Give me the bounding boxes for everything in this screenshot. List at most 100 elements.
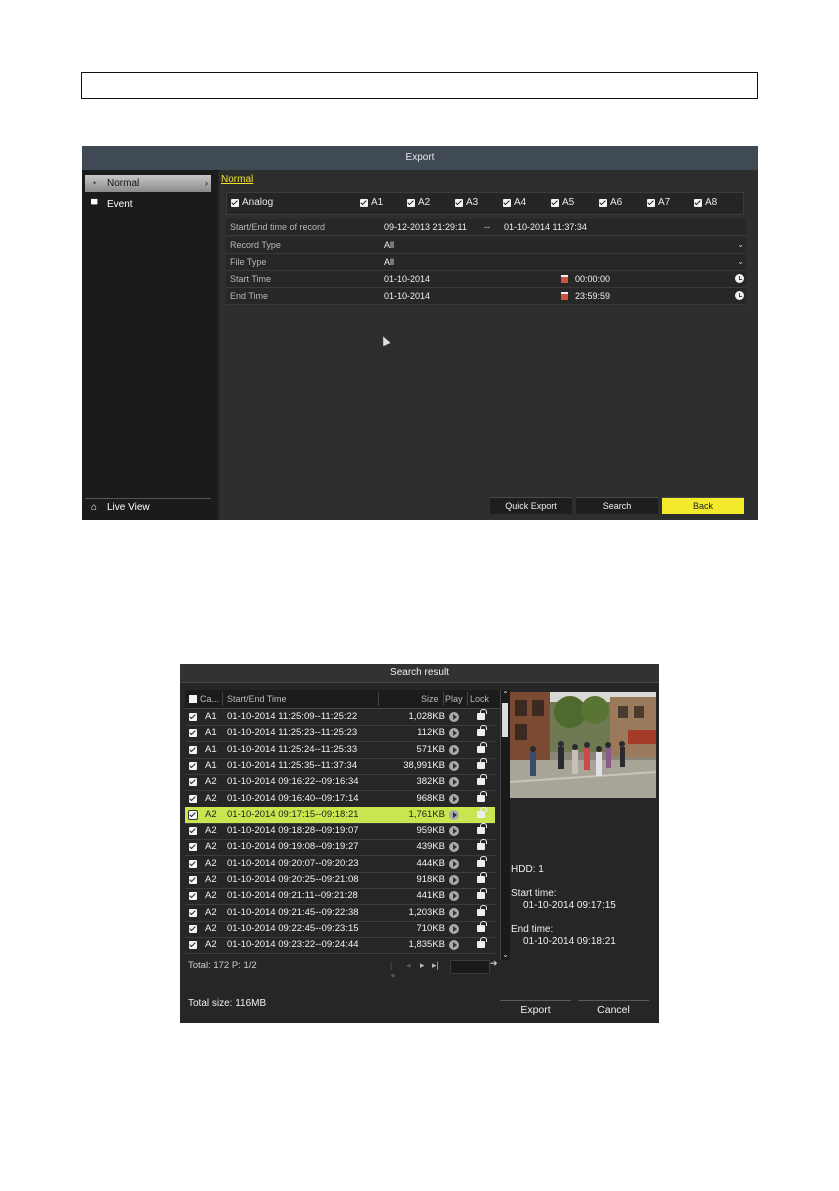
- scroll-up-icon[interactable]: ⌃: [501, 690, 510, 700]
- lock-icon[interactable]: [477, 774, 487, 786]
- lock-icon[interactable]: [477, 937, 487, 949]
- file-type-row[interactable]: File Type All ⌄: [226, 254, 746, 271]
- start-date-field[interactable]: 01-10-2014: [384, 271, 430, 287]
- play-icon[interactable]: [449, 891, 459, 902]
- table-scrollbar[interactable]: ⌃ ⌄: [500, 690, 510, 960]
- search-button[interactable]: Search: [576, 497, 658, 514]
- lock-icon[interactable]: [477, 757, 487, 769]
- calendar-icon[interactable]: [561, 292, 568, 300]
- table-row[interactable]: A2 01-10-2014 09:18:28--09:19:07 959KB: [185, 823, 495, 841]
- scroll-down-icon[interactable]: ⌄: [501, 950, 510, 960]
- scroll-thumb[interactable]: [502, 703, 508, 737]
- lock-icon[interactable]: [477, 920, 487, 932]
- table-row[interactable]: A2 01-10-2014 09:21:11--09:21:28 441KB: [185, 888, 495, 906]
- row-checkbox[interactable]: [189, 908, 197, 917]
- calendar-icon[interactable]: [561, 275, 568, 283]
- lock-icon[interactable]: [477, 741, 487, 753]
- row-checkbox[interactable]: [189, 729, 197, 738]
- cancel-button[interactable]: Cancel: [578, 1000, 649, 1019]
- play-icon[interactable]: [449, 728, 459, 739]
- play-icon[interactable]: [449, 923, 459, 934]
- play-icon[interactable]: [449, 809, 459, 820]
- lock-icon[interactable]: [477, 725, 487, 737]
- row-checkbox[interactable]: [189, 794, 197, 803]
- channel-a5-checkbox[interactable]: [551, 199, 559, 207]
- back-button[interactable]: Back: [662, 497, 744, 514]
- clock-icon[interactable]: [735, 274, 744, 283]
- lock-icon[interactable]: [477, 823, 487, 835]
- row-checkbox[interactable]: [189, 941, 197, 950]
- play-icon[interactable]: [449, 793, 459, 804]
- record-type-select[interactable]: All: [384, 237, 394, 253]
- clock-icon[interactable]: [735, 291, 744, 300]
- last-page-icon[interactable]: ▸|: [432, 960, 439, 971]
- row-checkbox[interactable]: [189, 761, 197, 770]
- file-type-select[interactable]: All: [384, 254, 394, 270]
- column-channel[interactable]: Ca...: [200, 690, 219, 708]
- play-icon[interactable]: [449, 777, 459, 788]
- table-row[interactable]: A2 01-10-2014 09:20:25--09:21:08 918KB: [185, 872, 495, 889]
- column-time[interactable]: Start/End Time: [227, 690, 287, 708]
- live-view-button[interactable]: ⌂ Live View: [85, 498, 211, 516]
- start-clock-field[interactable]: 00:00:00: [575, 271, 610, 287]
- lock-icon[interactable]: [477, 855, 487, 867]
- chevron-down-icon[interactable]: ⌄: [737, 254, 744, 270]
- play-icon[interactable]: [449, 744, 459, 755]
- row-checkbox[interactable]: [189, 876, 197, 884]
- lock-icon[interactable]: [477, 872, 487, 883]
- end-clock-field[interactable]: 23:59:59: [575, 288, 610, 304]
- table-row[interactable]: A2 01-10-2014 09:22:45--09:23:15 710KB: [185, 920, 495, 938]
- sidebar-item-normal[interactable]: ◔ Normal ›: [85, 175, 211, 192]
- play-icon[interactable]: [449, 858, 459, 869]
- next-page-icon[interactable]: ▸: [420, 960, 425, 971]
- row-checkbox[interactable]: [189, 924, 197, 933]
- play-icon[interactable]: [449, 875, 459, 885]
- table-row[interactable]: A2 01-10-2014 09:17:15--09:18:21 1,761KB: [185, 806, 495, 824]
- chevron-down-icon[interactable]: ⌄: [737, 237, 744, 253]
- play-icon[interactable]: [449, 760, 459, 771]
- channel-a4-checkbox[interactable]: [503, 199, 511, 207]
- table-row[interactable]: A2 01-10-2014 09:20:07--09:20:23 444KB: [185, 855, 495, 873]
- channel-a3-checkbox[interactable]: [455, 199, 463, 207]
- play-icon[interactable]: [449, 907, 459, 918]
- lock-icon[interactable]: [477, 904, 487, 916]
- table-row[interactable]: A2 01-10-2014 09:16:40--09:17:14 968KB: [185, 790, 495, 808]
- channel-a1-checkbox[interactable]: [360, 199, 368, 207]
- export-button[interactable]: Export: [500, 1000, 571, 1019]
- record-type-row[interactable]: Record Type All ⌄: [226, 237, 746, 254]
- table-row[interactable]: A1 01-10-2014 11:25:09--11:25:22 1,028KB: [185, 709, 495, 726]
- play-icon[interactable]: [449, 712, 459, 722]
- prev-page-icon[interactable]: ◂: [406, 960, 411, 971]
- go-arrow-icon[interactable]: ➜: [490, 958, 498, 969]
- row-checkbox[interactable]: [189, 859, 197, 868]
- analog-checkbox[interactable]: [231, 199, 239, 207]
- channel-a7-checkbox[interactable]: [647, 199, 655, 207]
- table-row[interactable]: A2 01-10-2014 09:19:08--09:19:27 439KB: [185, 839, 495, 857]
- lock-icon[interactable]: [477, 806, 487, 818]
- row-checkbox[interactable]: [188, 809, 198, 820]
- row-checkbox[interactable]: [189, 713, 197, 721]
- play-icon[interactable]: [449, 826, 459, 837]
- channel-a2-checkbox[interactable]: [407, 199, 415, 207]
- first-page-icon[interactable]: |◂: [390, 960, 395, 981]
- table-row[interactable]: A1 01-10-2014 11:25:35--11:37:34 38,991KB: [185, 757, 495, 775]
- channel-a6-checkbox[interactable]: [599, 199, 607, 207]
- row-checkbox[interactable]: [189, 778, 197, 787]
- page-input[interactable]: [450, 960, 490, 974]
- row-checkbox[interactable]: [189, 745, 197, 754]
- lock-icon[interactable]: [477, 790, 487, 802]
- table-row[interactable]: A2 01-10-2014 09:16:22--09:16:34 382KB: [185, 774, 495, 792]
- table-row[interactable]: A1 01-10-2014 11:25:23--11:25:23 112KB: [185, 725, 495, 743]
- tab-normal[interactable]: Normal: [221, 174, 253, 186]
- column-size[interactable]: Size: [421, 690, 439, 708]
- sidebar-item-event[interactable]: ▀ Event: [85, 196, 211, 213]
- table-row[interactable]: A1 01-10-2014 11:25:24--11:25:33 571KB: [185, 741, 495, 759]
- play-icon[interactable]: [449, 842, 459, 853]
- lock-icon[interactable]: [477, 839, 487, 851]
- row-checkbox[interactable]: [189, 843, 197, 852]
- lock-icon[interactable]: [477, 888, 487, 900]
- table-row[interactable]: A2 01-10-2014 09:21:45--09:22:38 1,203KB: [185, 904, 495, 922]
- quick-export-button[interactable]: Quick Export: [490, 497, 572, 514]
- row-checkbox[interactable]: [189, 827, 197, 836]
- row-checkbox[interactable]: [189, 892, 197, 901]
